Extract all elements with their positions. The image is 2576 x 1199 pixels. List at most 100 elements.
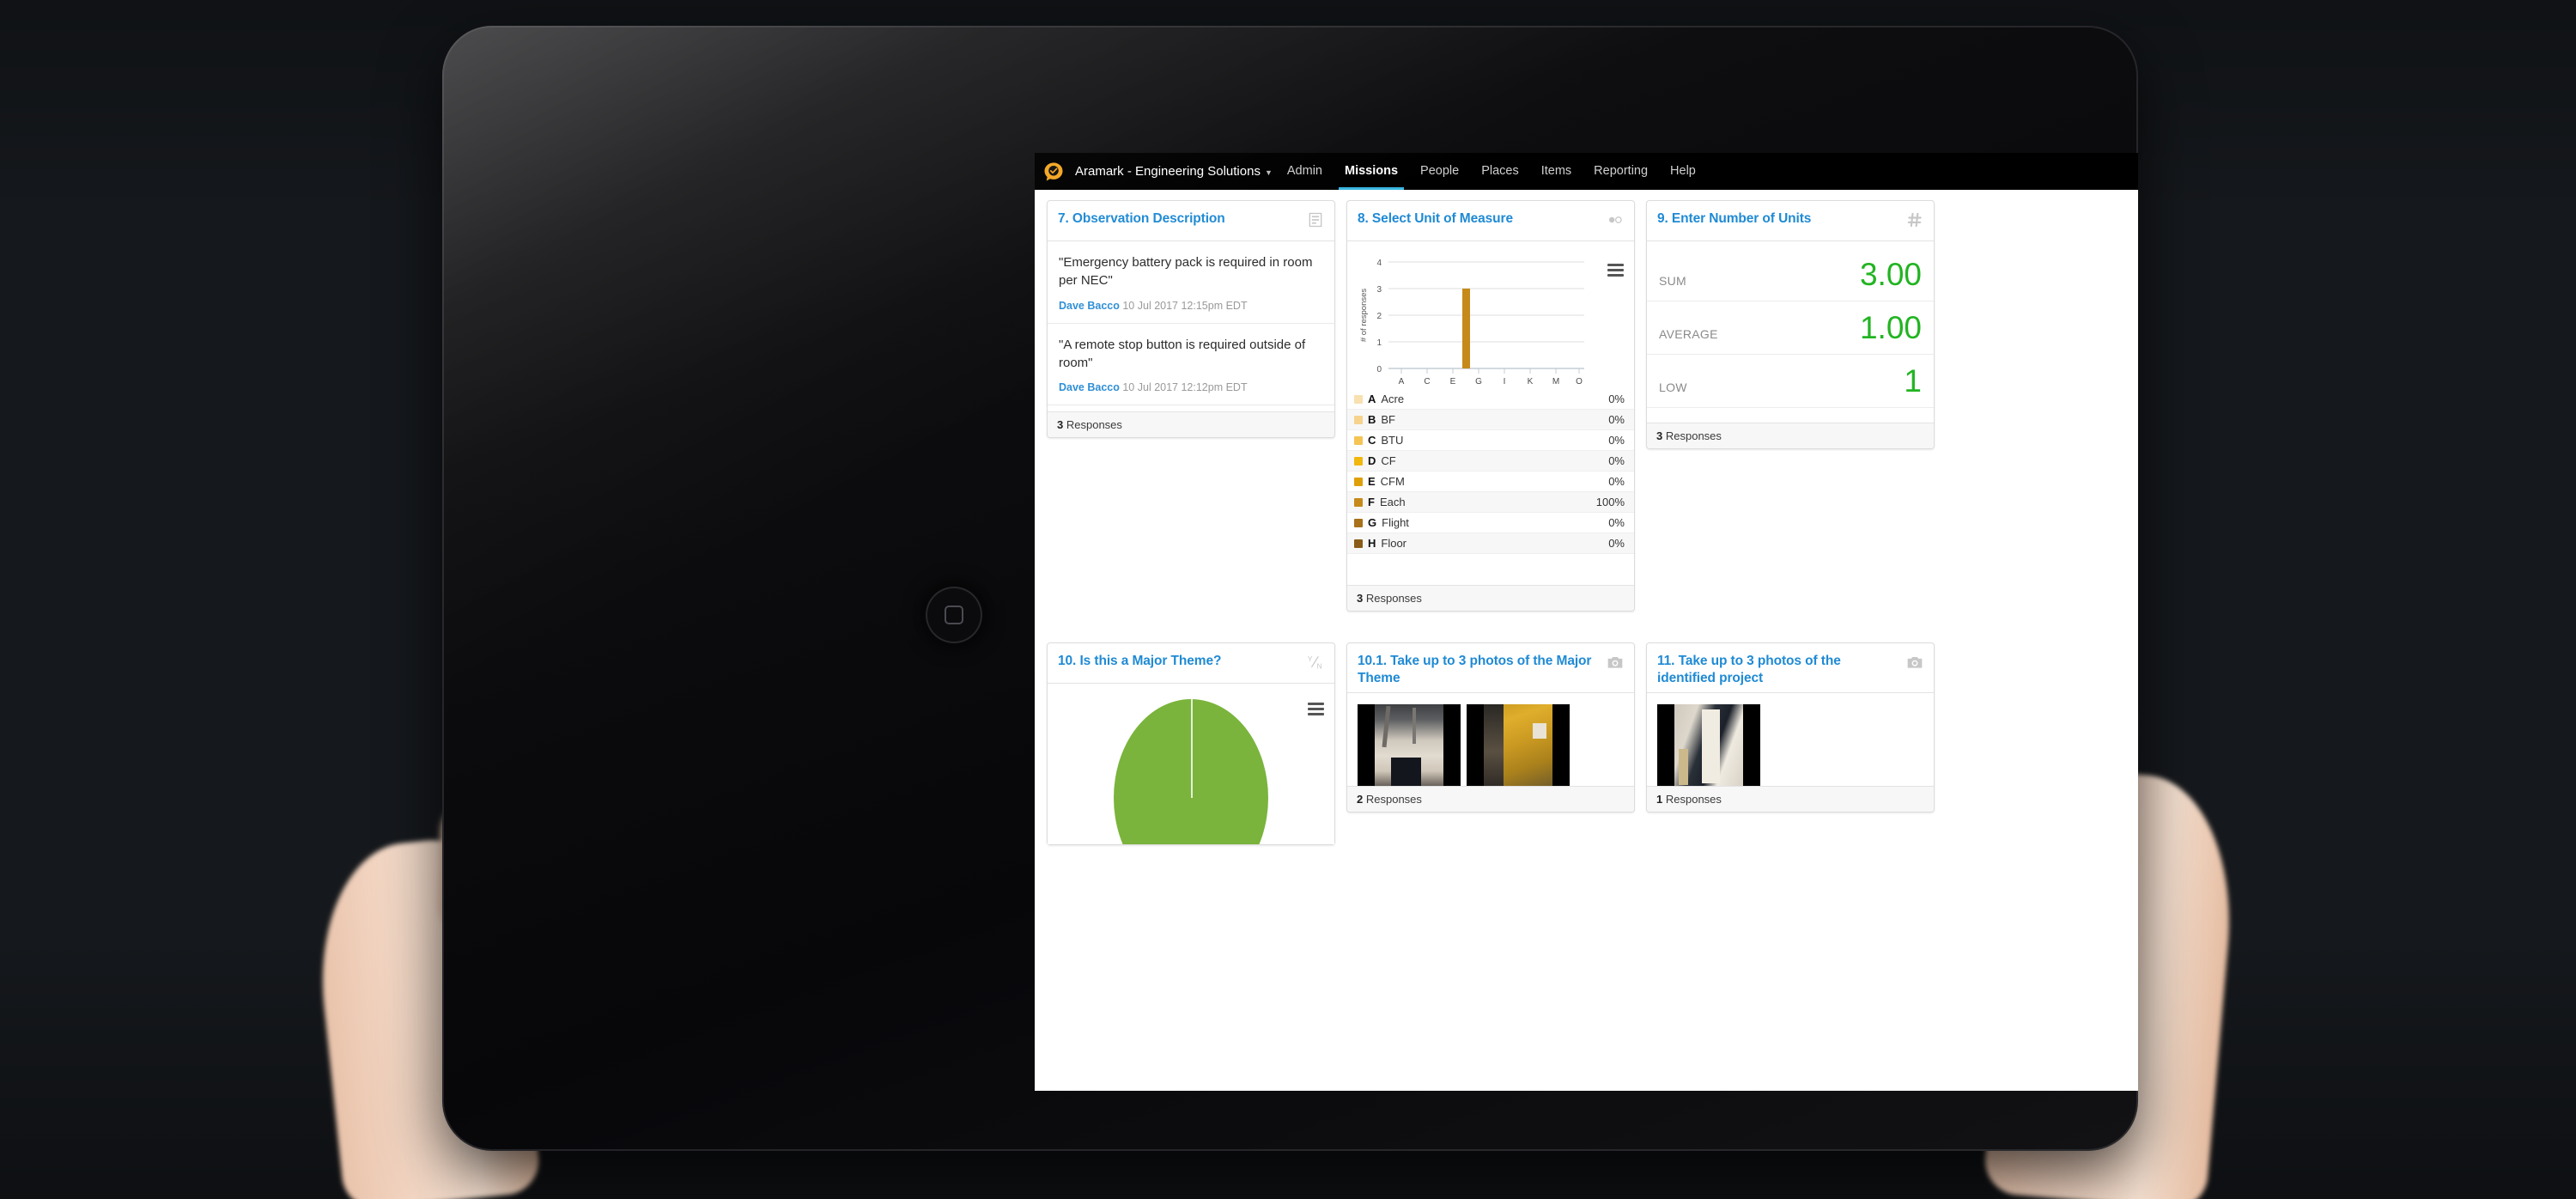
legend-swatch xyxy=(1354,456,1363,466)
svg-text:0: 0 xyxy=(1376,365,1382,374)
stat-row-low: LOW 1 xyxy=(1647,355,1934,408)
chevron-down-icon: ▼ xyxy=(1264,168,1273,177)
legend-label: Acre xyxy=(1381,393,1405,405)
response-count: 3 xyxy=(1057,418,1064,431)
legend-label: Floor xyxy=(1381,537,1407,550)
stat-row-sum: SUM 3.00 xyxy=(1647,248,1934,301)
card-title: 10. Is this a Major Theme? xyxy=(1058,654,1222,668)
card-observation-description: 7. Observation Description "Emergency ba… xyxy=(1047,200,1335,438)
photo-gallery xyxy=(1647,693,1934,786)
list-item[interactable]: H Floor 0% xyxy=(1347,533,1634,554)
stat-value: 1 xyxy=(1904,418,1922,423)
pie-chart[interactable]: YES 100% xyxy=(1048,684,1334,844)
yellow-generator-equipment-photo xyxy=(1484,704,1552,786)
svg-text:A: A xyxy=(1399,377,1405,386)
unit-of-measure-chart-area: 4 3 2 1 0 # of responses A C E G I K M O… xyxy=(1347,241,1634,585)
legend-label: Each xyxy=(1379,496,1406,508)
pie-slice-divider xyxy=(1191,699,1193,798)
hamburger-menu-icon[interactable] xyxy=(1607,264,1624,279)
list-item[interactable]: "Exit doors required to swing in directi… xyxy=(1048,405,1334,411)
legend-percent: 0% xyxy=(1608,537,1625,550)
photo-thumbnail[interactable] xyxy=(1657,704,1760,786)
list-item[interactable]: E CFM 0% xyxy=(1347,472,1634,492)
pie-slice-yes[interactable]: YES 100% xyxy=(1114,699,1268,844)
list-item[interactable]: D CF 0% xyxy=(1347,451,1634,472)
svg-text:I: I xyxy=(1504,377,1506,386)
major-theme-pie-area: YES 100% xyxy=(1048,684,1334,844)
stat-row-average: AVERAGE 1.00 xyxy=(1647,301,1934,355)
card-footer: 3 Responses xyxy=(1647,423,1934,448)
camera-icon xyxy=(1907,657,1923,668)
card-enter-number-of-units: 9. Enter Number of Units SUM 3.00 AVERAG… xyxy=(1646,200,1935,449)
svg-text:E: E xyxy=(1450,377,1456,386)
card-header: 7. Observation Description xyxy=(1048,201,1334,241)
legend-key: D xyxy=(1368,454,1376,467)
response-text: "A remote stop button is required outsid… xyxy=(1059,337,1306,370)
list-item[interactable]: F Each 100% xyxy=(1347,492,1634,513)
radio-select-icon xyxy=(1608,216,1622,223)
legend-label: CFM xyxy=(1380,475,1405,488)
list-item[interactable]: "A remote stop button is required outsid… xyxy=(1048,324,1334,406)
stat-value: 1.00 xyxy=(1859,310,1922,345)
photo-thumbnail[interactable] xyxy=(1358,704,1461,786)
legend-key: A xyxy=(1368,393,1376,405)
legend-swatch xyxy=(1354,415,1363,424)
legend-swatch xyxy=(1354,394,1363,404)
stat-label: AVERAGE xyxy=(1659,327,1718,341)
photo-thumbnail[interactable] xyxy=(1467,704,1570,786)
gospotcheck-check-bubble-icon[interactable] xyxy=(1043,161,1064,182)
hamburger-menu-icon[interactable] xyxy=(1308,703,1324,718)
card-header: 9. Enter Number of Units xyxy=(1647,201,1934,241)
nav-item-help[interactable]: Help xyxy=(1659,153,1707,190)
response-author: Dave Bacco xyxy=(1059,381,1120,394)
list-item[interactable]: "Emergency battery pack is required in r… xyxy=(1048,241,1334,324)
legend-swatch xyxy=(1354,497,1363,507)
tablet-home-button[interactable] xyxy=(927,588,981,642)
dashboard-grid: 7. Observation Description "Emergency ba… xyxy=(1035,190,2138,845)
nav-item-people[interactable]: People xyxy=(1409,153,1470,190)
card-title: 11. Take up to 3 photos of the identifie… xyxy=(1657,654,1841,685)
dashboard-row-1: 7. Observation Description "Emergency ba… xyxy=(1047,200,2138,612)
response-count: 3 xyxy=(1656,429,1663,442)
nav-item-places[interactable]: Places xyxy=(1470,153,1530,190)
legend-label: Flight xyxy=(1382,516,1409,529)
response-count-label: Responses xyxy=(1365,793,1422,806)
yes-no-icon: Y N xyxy=(1308,654,1322,670)
bar-chart[interactable]: 4 3 2 1 0 # of responses A C E G I K M O xyxy=(1347,241,1634,389)
legend-swatch xyxy=(1354,477,1363,486)
nav-item-admin[interactable]: Admin xyxy=(1276,153,1334,190)
card-photos-major-theme: 10.1. Take up to 3 photos of the Major T… xyxy=(1346,642,1635,813)
home-button-square-icon xyxy=(945,606,963,624)
legend-label: BTU xyxy=(1381,434,1404,447)
response-count: 3 xyxy=(1357,592,1364,605)
svg-text:3: 3 xyxy=(1376,285,1382,295)
list-item[interactable]: B BF 0% xyxy=(1347,410,1634,430)
observation-response-list[interactable]: "Emergency battery pack is required in r… xyxy=(1048,241,1334,411)
nav-item-items[interactable]: Items xyxy=(1530,153,1583,190)
org-switcher[interactable]: Aramark - Engineering Solutions ▼ xyxy=(1072,164,1276,179)
svg-text:1: 1 xyxy=(1376,338,1382,348)
card-title: 10.1. Take up to 3 photos of the Major T… xyxy=(1358,654,1592,685)
electrical-room-conduit-photo xyxy=(1375,704,1443,786)
list-item[interactable]: A Acre 0% xyxy=(1347,389,1634,410)
nav-item-reporting[interactable]: Reporting xyxy=(1583,153,1659,190)
legend-percent: 0% xyxy=(1608,413,1625,426)
top-navigation-bar: Aramark - Engineering Solutions ▼ Admin M… xyxy=(1035,153,2138,190)
svg-text:K: K xyxy=(1528,377,1534,386)
response-count-label: Responses xyxy=(1665,793,1722,806)
legend-key: B xyxy=(1368,413,1376,426)
card-title: 8. Select Unit of Measure xyxy=(1358,211,1513,226)
card-is-this-a-major-theme: 10. Is this a Major Theme? Y N xyxy=(1047,642,1335,845)
text-lines-icon xyxy=(1309,212,1322,228)
nav-item-missions[interactable]: Missions xyxy=(1334,153,1409,190)
card-header: 10.1. Take up to 3 photos of the Major T… xyxy=(1347,643,1634,693)
unit-of-measure-legend: A Acre 0% B BF 0% C BTU 0% D CF 0% E CFM… xyxy=(1347,389,1634,554)
response-count: 1 xyxy=(1656,793,1663,806)
card-header: 11. Take up to 3 photos of the identifie… xyxy=(1647,643,1934,693)
response-timestamp: 10 Jul 2017 12:12pm EDT xyxy=(1122,381,1248,394)
list-item[interactable]: G Flight 0% xyxy=(1347,513,1634,533)
number-stats-list: SUM 3.00 AVERAGE 1.00 LOW 1 HIGH xyxy=(1647,241,1934,423)
svg-text:4: 4 xyxy=(1376,259,1382,268)
legend-swatch xyxy=(1354,539,1363,548)
list-item[interactable]: C BTU 0% xyxy=(1347,430,1634,451)
